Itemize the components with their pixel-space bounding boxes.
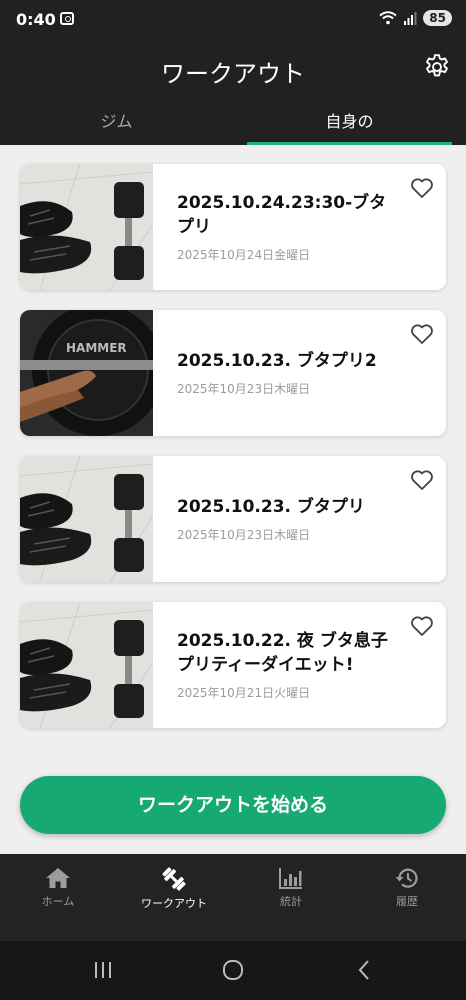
nav-stats[interactable]: 統計 bbox=[233, 854, 349, 941]
workout-title: 2025.10.24.23:30-ブタプリ bbox=[177, 193, 387, 237]
workout-thumbnail bbox=[20, 456, 153, 582]
app-header: ワークアウト bbox=[0, 40, 466, 98]
workout-thumbnail bbox=[20, 164, 153, 290]
bar-chart-icon bbox=[279, 868, 302, 889]
favorite-heart-icon[interactable] bbox=[410, 323, 434, 345]
workout-thumbnail: HAMMER bbox=[20, 310, 153, 436]
nav-workout-label: ワークアウト bbox=[141, 897, 207, 910]
dumbbell-icon bbox=[162, 867, 186, 891]
home-icon bbox=[46, 868, 70, 888]
workout-card[interactable]: 2025.10.24.23:30-ブタプリ 2025年10月24日金曜日 bbox=[20, 164, 446, 290]
battery-badge: 85 bbox=[423, 10, 452, 26]
favorite-heart-icon[interactable] bbox=[410, 177, 434, 199]
bottom-nav: ホーム ワークアウト 統計 履歴 bbox=[0, 854, 466, 941]
start-workout-button[interactable]: ワークアウトを始める bbox=[20, 776, 446, 834]
favorite-heart-icon[interactable] bbox=[410, 615, 434, 637]
workout-thumbnail bbox=[20, 602, 153, 728]
settings-button[interactable] bbox=[422, 52, 452, 82]
wifi-icon bbox=[379, 11, 397, 25]
status-time: 0:40 bbox=[16, 10, 56, 29]
history-icon bbox=[395, 868, 418, 888]
workout-date: 2025年10月21日火曜日 bbox=[177, 686, 311, 700]
screen-record-icon bbox=[60, 12, 74, 25]
tab-bar: ジム 自身の bbox=[0, 98, 466, 145]
nav-home[interactable]: ホーム bbox=[0, 854, 116, 941]
nav-home-label: ホーム bbox=[41, 895, 75, 908]
gear-icon bbox=[426, 54, 448, 77]
signal-icon bbox=[404, 12, 417, 25]
workout-card[interactable]: HAMMER 2025.10.23. ブタプリ2 2025年10月23日木曜日 bbox=[20, 310, 446, 436]
workout-date: 2025年10月24日金曜日 bbox=[177, 248, 311, 262]
tab-gym[interactable]: ジム bbox=[0, 98, 233, 145]
workout-title: 2025.10.23. ブタプリ bbox=[177, 497, 365, 517]
tab-own[interactable]: 自身の bbox=[233, 98, 466, 145]
recent-apps-icon[interactable] bbox=[93, 959, 113, 981]
system-nav-bar bbox=[0, 941, 466, 1000]
nav-history-label: 履歴 bbox=[396, 895, 418, 908]
svg-text:HAMMER: HAMMER bbox=[66, 341, 127, 355]
back-icon[interactable] bbox=[356, 959, 372, 981]
page-title: ワークアウト bbox=[161, 60, 305, 88]
workout-date: 2025年10月23日木曜日 bbox=[177, 382, 311, 396]
workout-date: 2025年10月23日木曜日 bbox=[177, 528, 311, 542]
workout-title: 2025.10.23. ブタプリ2 bbox=[177, 351, 377, 371]
nav-history[interactable]: 履歴 bbox=[349, 854, 465, 941]
nav-workout[interactable]: ワークアウト bbox=[116, 854, 232, 941]
status-bar: 0:40 85 bbox=[0, 0, 466, 40]
home-circle-icon[interactable] bbox=[222, 959, 244, 981]
nav-stats-label: 統計 bbox=[280, 895, 302, 908]
favorite-heart-icon[interactable] bbox=[410, 469, 434, 491]
workout-title: 2025.10.22. 夜 ブタ息子プリティーダイエット! bbox=[177, 631, 388, 675]
workout-card[interactable]: 2025.10.22. 夜 ブタ息子プリティーダイエット! 2025年10月21… bbox=[20, 602, 446, 728]
workout-card[interactable]: 2025.10.23. ブタプリ 2025年10月23日木曜日 bbox=[20, 456, 446, 582]
